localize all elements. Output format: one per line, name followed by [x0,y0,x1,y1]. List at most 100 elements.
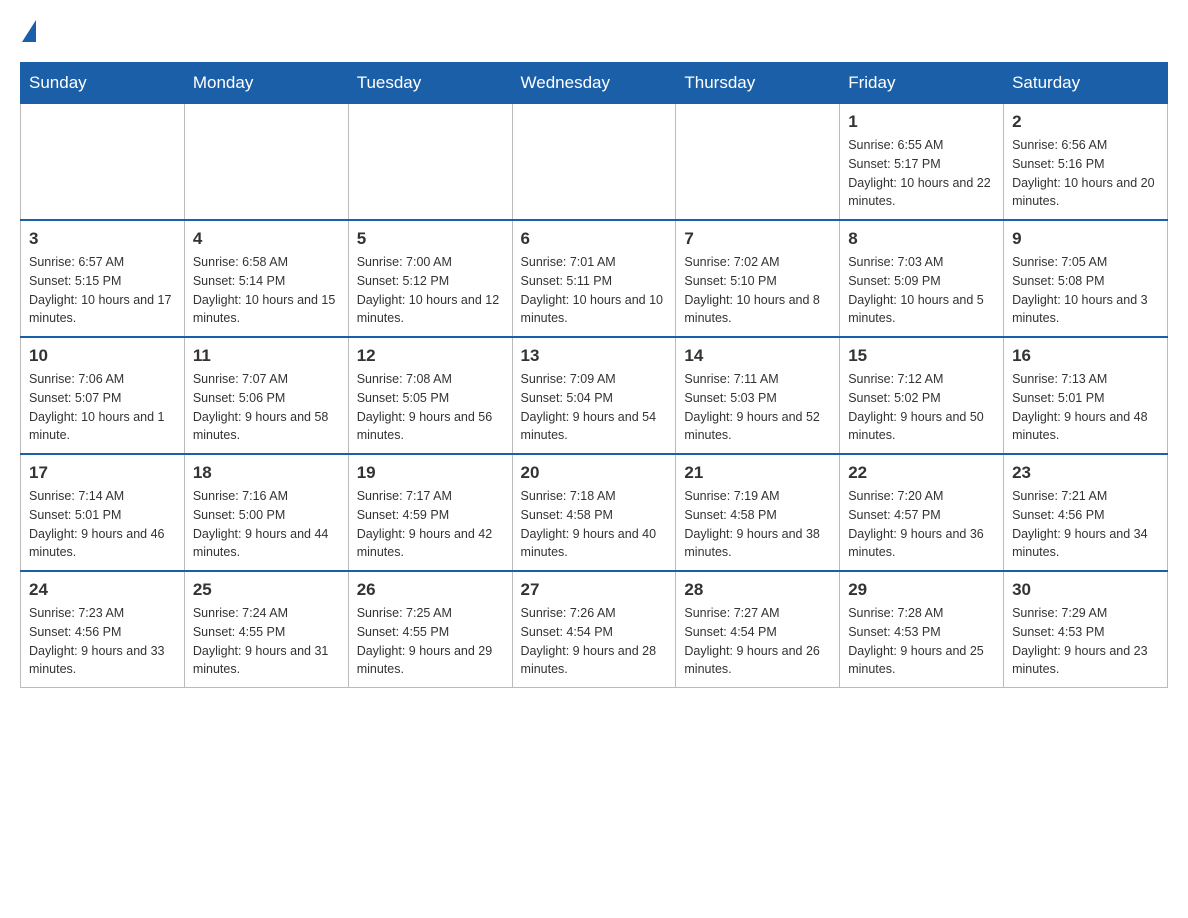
day-number: 21 [684,463,831,483]
day-info: Sunrise: 7:02 AMSunset: 5:10 PMDaylight:… [684,253,831,328]
calendar-cell: 19 Sunrise: 7:17 AMSunset: 4:59 PMDayligh… [348,454,512,571]
day-info: Sunrise: 7:11 AMSunset: 5:03 PMDaylight:… [684,370,831,445]
day-info: Sunrise: 7:17 AMSunset: 4:59 PMDaylight:… [357,487,504,562]
calendar-cell: 3Sunrise: 6:57 AMSunset: 5:15 PMDaylight… [21,220,185,337]
calendar-cell [348,104,512,221]
calendar-cell [676,104,840,221]
column-header-tuesday: Tuesday [348,63,512,104]
logo [20,20,38,42]
day-number: 20 [521,463,668,483]
calendar-cell: 17 Sunrise: 7:14 AMSunset: 5:01 PMDayligh… [21,454,185,571]
day-info: Sunrise: 7:20 AMSunset: 4:57 PMDaylight:… [848,487,995,562]
calendar-cell: 18Sunrise: 7:16 AMSunset: 5:00 PMDayligh… [184,454,348,571]
calendar-cell: 8 Sunrise: 7:03 AMSunset: 5:09 PMDaylight… [840,220,1004,337]
day-number: 27 [521,580,668,600]
day-number: 23 [1012,463,1159,483]
calendar-cell: 30 Sunrise: 7:29 AMSunset: 4:53 PMDayligh… [1004,571,1168,688]
day-number: 5 [357,229,504,249]
day-info: Sunrise: 7:19 AMSunset: 4:58 PMDaylight:… [684,487,831,562]
day-number: 4 [193,229,340,249]
calendar-cell: 4 Sunrise: 6:58 AMSunset: 5:14 PMDaylight… [184,220,348,337]
day-number: 24 [29,580,176,600]
column-header-sunday: Sunday [21,63,185,104]
day-info: Sunrise: 7:05 AMSunset: 5:08 PMDaylight:… [1012,253,1159,328]
calendar-cell: 24 Sunrise: 7:23 AMSunset: 4:56 PMDayligh… [21,571,185,688]
day-number: 9 [1012,229,1159,249]
day-number: 12 [357,346,504,366]
day-info: Sunrise: 7:12 AMSunset: 5:02 PMDaylight:… [848,370,995,445]
calendar-cell: 1 Sunrise: 6:55 AMSunset: 5:17 PMDaylight… [840,104,1004,221]
calendar-cell: 11 Sunrise: 7:07 AMSunset: 5:06 PMDayligh… [184,337,348,454]
calendar-cell: 29 Sunrise: 7:28 AMSunset: 4:53 PMDayligh… [840,571,1004,688]
day-info: Sunrise: 7:01 AMSunset: 5:11 PMDaylight:… [521,253,668,328]
day-number: 19 [357,463,504,483]
calendar-cell: 7 Sunrise: 7:02 AMSunset: 5:10 PMDaylight… [676,220,840,337]
calendar-header-row: SundayMondayTuesdayWednesdayThursdayFrid… [21,63,1168,104]
calendar-cell [21,104,185,221]
day-info: Sunrise: 7:23 AMSunset: 4:56 PMDaylight:… [29,604,176,679]
calendar-cell: 13 Sunrise: 7:09 AMSunset: 5:04 PMDayligh… [512,337,676,454]
column-header-monday: Monday [184,63,348,104]
calendar-cell: 12 Sunrise: 7:08 AMSunset: 5:05 PMDayligh… [348,337,512,454]
day-info: Sunrise: 7:09 AMSunset: 5:04 PMDaylight:… [521,370,668,445]
day-info: Sunrise: 6:56 AMSunset: 5:16 PMDaylight:… [1012,136,1159,211]
calendar-cell: 27Sunrise: 7:26 AMSunset: 4:54 PMDayligh… [512,571,676,688]
day-info: Sunrise: 7:00 AMSunset: 5:12 PMDaylight:… [357,253,504,328]
day-number: 25 [193,580,340,600]
day-info: Sunrise: 7:16 AMSunset: 5:00 PMDaylight:… [193,487,340,562]
calendar-table: SundayMondayTuesdayWednesdayThursdayFrid… [20,62,1168,688]
day-number: 8 [848,229,995,249]
day-number: 15 [848,346,995,366]
calendar-cell: 21 Sunrise: 7:19 AMSunset: 4:58 PMDayligh… [676,454,840,571]
calendar-cell [184,104,348,221]
day-info: Sunrise: 7:14 AMSunset: 5:01 PMDaylight:… [29,487,176,562]
calendar-cell [512,104,676,221]
calendar-cell: 5 Sunrise: 7:00 AMSunset: 5:12 PMDaylight… [348,220,512,337]
day-info: Sunrise: 7:03 AMSunset: 5:09 PMDaylight:… [848,253,995,328]
day-number: 29 [848,580,995,600]
day-number: 13 [521,346,668,366]
day-info: Sunrise: 6:57 AMSunset: 5:15 PMDaylight:… [29,253,176,328]
column-header-wednesday: Wednesday [512,63,676,104]
day-info: Sunrise: 6:58 AMSunset: 5:14 PMDaylight:… [193,253,340,328]
day-number: 26 [357,580,504,600]
day-number: 6 [521,229,668,249]
day-info: Sunrise: 7:06 AMSunset: 5:07 PMDaylight:… [29,370,176,445]
day-number: 22 [848,463,995,483]
day-number: 7 [684,229,831,249]
logo-triangle-icon [22,20,36,42]
day-info: Sunrise: 6:55 AMSunset: 5:17 PMDaylight:… [848,136,995,211]
calendar-cell: 26 Sunrise: 7:25 AMSunset: 4:55 PMDayligh… [348,571,512,688]
day-number: 28 [684,580,831,600]
day-info: Sunrise: 7:13 AMSunset: 5:01 PMDaylight:… [1012,370,1159,445]
calendar-cell: 6 Sunrise: 7:01 AMSunset: 5:11 PMDaylight… [512,220,676,337]
day-info: Sunrise: 7:08 AMSunset: 5:05 PMDaylight:… [357,370,504,445]
column-header-friday: Friday [840,63,1004,104]
calendar-cell: 2 Sunrise: 6:56 AMSunset: 5:16 PMDaylight… [1004,104,1168,221]
calendar-cell: 23 Sunrise: 7:21 AMSunset: 4:56 PMDayligh… [1004,454,1168,571]
day-number: 1 [848,112,995,132]
day-number: 17 [29,463,176,483]
calendar-cell: 28 Sunrise: 7:27 AMSunset: 4:54 PMDayligh… [676,571,840,688]
day-info: Sunrise: 7:25 AMSunset: 4:55 PMDaylight:… [357,604,504,679]
calendar-cell: 9 Sunrise: 7:05 AMSunset: 5:08 PMDaylight… [1004,220,1168,337]
day-info: Sunrise: 7:21 AMSunset: 4:56 PMDaylight:… [1012,487,1159,562]
day-info: Sunrise: 7:18 AMSunset: 4:58 PMDaylight:… [521,487,668,562]
day-number: 11 [193,346,340,366]
calendar-cell: 16Sunrise: 7:13 AMSunset: 5:01 PMDayligh… [1004,337,1168,454]
page-header [20,20,1168,42]
day-info: Sunrise: 7:27 AMSunset: 4:54 PMDaylight:… [684,604,831,679]
day-number: 2 [1012,112,1159,132]
calendar-cell: 20 Sunrise: 7:18 AMSunset: 4:58 PMDayligh… [512,454,676,571]
calendar-cell: 15 Sunrise: 7:12 AMSunset: 5:02 PMDayligh… [840,337,1004,454]
calendar-week-row: 3Sunrise: 6:57 AMSunset: 5:15 PMDaylight… [21,220,1168,337]
day-number: 30 [1012,580,1159,600]
day-number: 14 [684,346,831,366]
day-info: Sunrise: 7:29 AMSunset: 4:53 PMDaylight:… [1012,604,1159,679]
calendar-week-row: 24 Sunrise: 7:23 AMSunset: 4:56 PMDayligh… [21,571,1168,688]
day-info: Sunrise: 7:28 AMSunset: 4:53 PMDaylight:… [848,604,995,679]
column-header-saturday: Saturday [1004,63,1168,104]
calendar-week-row: 1 Sunrise: 6:55 AMSunset: 5:17 PMDaylight… [21,104,1168,221]
day-info: Sunrise: 7:07 AMSunset: 5:06 PMDaylight:… [193,370,340,445]
calendar-cell: 22 Sunrise: 7:20 AMSunset: 4:57 PMDayligh… [840,454,1004,571]
